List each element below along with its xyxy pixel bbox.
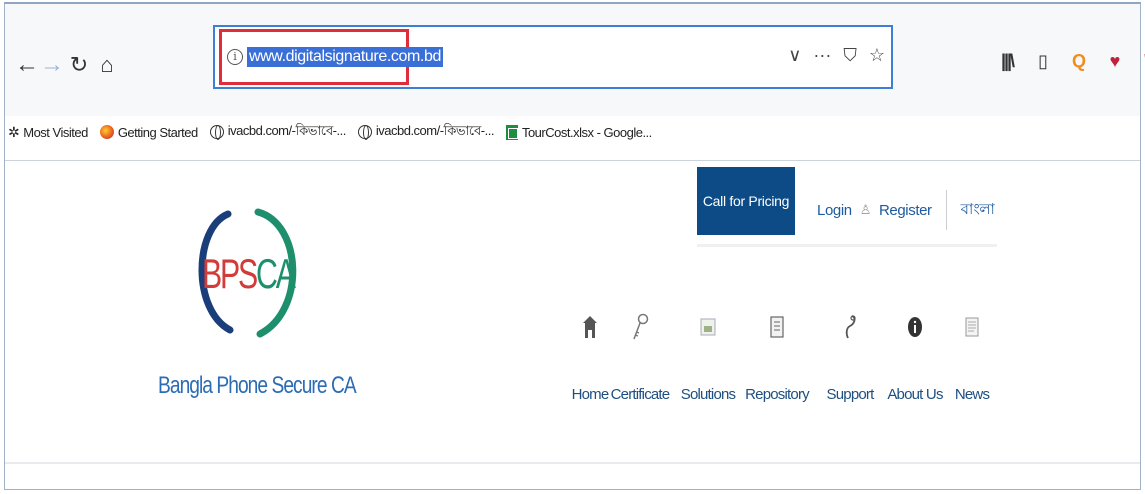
bookmark-label: Getting Started xyxy=(117,124,198,140)
pocket-icon[interactable]: ♥ xyxy=(1106,50,1124,72)
forward-button[interactable]: → xyxy=(40,50,64,80)
support-icon xyxy=(820,310,880,344)
page-divider xyxy=(5,462,1140,464)
house-icon: ⌂ xyxy=(100,52,114,77)
key-icon xyxy=(610,310,670,344)
arrow-right-icon: → xyxy=(40,51,64,78)
reload-icon: ↻ xyxy=(69,52,89,77)
toolbar-right-icons: |||\ ▯ Q ♥ ⛊ ≡ xyxy=(998,50,1145,72)
url-bar[interactable]: i www.digitalsignature.com.bd ∨ ··· ⛉ ☆ xyxy=(213,25,893,89)
firefox-icon xyxy=(99,125,114,139)
url-text[interactable]: www.digitalsignature.com.bd xyxy=(247,47,443,67)
header-underline xyxy=(697,244,997,247)
dropdown-chevron-icon[interactable]: ∨ xyxy=(788,45,801,66)
site-info-icon[interactable]: i xyxy=(227,49,243,65)
main-navigation: Home Certificate Solutions Repository Su… xyxy=(560,310,1000,420)
reload-button[interactable]: ↻ xyxy=(67,50,91,80)
bookmark-ivacbd-1[interactable]: ivacbd.com/-কিভাবে-... xyxy=(209,122,347,143)
nav-label: News xyxy=(954,386,990,403)
login-link[interactable]: Login xyxy=(817,202,852,219)
extension-q-icon[interactable]: Q xyxy=(1070,50,1088,72)
links-divider xyxy=(945,190,947,230)
sheets-icon xyxy=(505,124,518,140)
account-links: Login ♙ Register বাংলা xyxy=(817,190,995,230)
bookmark-most-visited[interactable]: ✲ Most Visited xyxy=(8,124,88,141)
bookmarks-bar: ✲ Most Visited Getting Started ivacbd.co… xyxy=(8,118,652,146)
brand-name: Bangla Phone Secure CA xyxy=(158,372,357,399)
bookmark-ivacbd-2[interactable]: ivacbd.com/-কিভাবে-... xyxy=(357,122,495,143)
bookmark-star-icon[interactable]: ☆ xyxy=(869,45,885,66)
bpsca-logo[interactable]: BPSCA xyxy=(188,206,308,338)
bookmark-tourcost[interactable]: TourCost.xlsx - Google... xyxy=(505,124,652,140)
bookmark-getting-started[interactable]: Getting Started xyxy=(99,124,198,140)
toolbar-divider xyxy=(5,160,1140,161)
gear-icon: ✲ xyxy=(8,123,20,140)
page-actions-icon[interactable]: ··· xyxy=(813,45,831,66)
user-icon: ♙ xyxy=(859,202,872,217)
nav-item-about-us[interactable]: About Us xyxy=(885,310,945,420)
arrow-left-icon: ← xyxy=(15,51,39,78)
info-icon xyxy=(885,310,945,344)
nav-item-certificate[interactable]: Certificate xyxy=(610,310,670,420)
nav-item-news[interactable]: News xyxy=(942,310,1002,420)
globe-icon xyxy=(357,125,372,140)
sidebar-icon[interactable]: ▯ xyxy=(1034,50,1052,72)
library-icon[interactable]: |||\ xyxy=(998,50,1016,72)
call-for-pricing-button[interactable]: Call for Pricing xyxy=(697,167,795,235)
language-link[interactable]: বাংলা xyxy=(961,198,995,223)
bookmark-label: Most Visited xyxy=(23,124,88,140)
register-link[interactable]: Register xyxy=(879,202,932,219)
globe-icon xyxy=(209,125,224,140)
nav-item-repository[interactable]: Repository xyxy=(745,310,810,420)
nav-label: Repository xyxy=(745,386,810,403)
back-button[interactable]: ← xyxy=(15,50,39,80)
pocket-save-icon[interactable]: ⛉ xyxy=(843,45,857,66)
bookmark-label: ivacbd.com/-কিভাবে-... xyxy=(375,122,495,138)
browser-toolbar: ← → ↻ ⌂ i www.digitalsignature.com.bd ∨ … xyxy=(5,4,1145,116)
solutions-icon xyxy=(678,310,738,344)
url-actions: ∨ ··· ⛉ ☆ xyxy=(788,45,885,66)
bookmark-label: ivacbd.com/-কিভাবে-... xyxy=(227,122,347,138)
news-icon xyxy=(942,310,1002,344)
repository-icon xyxy=(747,310,807,344)
logo-text-ca: CA xyxy=(256,250,296,297)
home-button[interactable]: ⌂ xyxy=(95,50,119,80)
bookmark-label: TourCost.xlsx - Google... xyxy=(521,124,652,140)
nav-item-solutions[interactable]: Solutions xyxy=(678,310,738,420)
logo-text: BPSCA xyxy=(202,250,296,298)
nav-item-support[interactable]: Support xyxy=(820,310,880,420)
logo-text-bps: BPS xyxy=(202,250,258,297)
nav-label: Solutions xyxy=(680,386,736,403)
